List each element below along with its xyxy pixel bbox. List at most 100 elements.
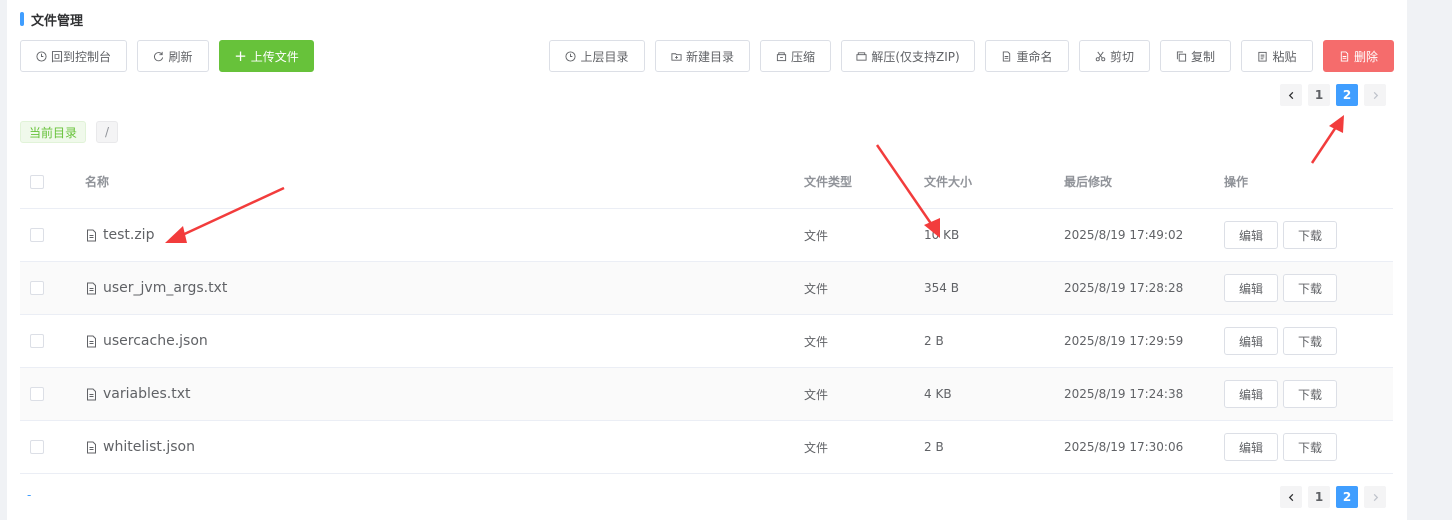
- scissors-icon: [1095, 51, 1106, 61]
- document-icon: [1003, 50, 1011, 62]
- file-manager-panel: 文件管理 回到控制台 刷新 + 上传文件 上层目录 新建目录 压缩 解压(仅支持…: [7, 0, 1407, 520]
- file-name: test.zip: [103, 227, 155, 243]
- pagination-next-button[interactable]: [1364, 84, 1386, 106]
- header-actions: 操作: [1224, 175, 1249, 189]
- current-path-tag: /: [96, 121, 119, 143]
- pagination-bottom: 1 2: [1280, 486, 1386, 508]
- panel-header: 文件管理: [20, 10, 83, 29]
- row-checkbox[interactable]: [30, 387, 44, 401]
- file-name-cell[interactable]: whitelist.json: [85, 439, 195, 455]
- cut-label: 剪切: [1109, 49, 1134, 64]
- edit-button[interactable]: 编辑: [1224, 221, 1279, 249]
- pagination-page-2[interactable]: 2: [1336, 84, 1358, 106]
- pagination-prev-button[interactable]: [1280, 84, 1302, 106]
- file-name-cell[interactable]: usercache.json: [85, 333, 208, 349]
- rename-button[interactable]: 重命名: [985, 40, 1069, 72]
- table-row[interactable]: usercache.json 文件 2 B 2025/8/19 17:29:59 编辑下…: [20, 315, 1393, 368]
- document-icon: [1340, 50, 1349, 62]
- file-size: 354 B: [924, 281, 959, 295]
- file-name-cell[interactable]: test.zip: [85, 227, 154, 243]
- file-modified: 2025/8/19 17:49:02: [1064, 228, 1184, 242]
- paste-icon: [1258, 51, 1268, 62]
- file-name: user_jvm_args.txt: [103, 280, 228, 296]
- upload-file-label: 上传文件: [250, 49, 299, 64]
- clock-icon: [565, 50, 577, 62]
- delete-button[interactable]: 删除: [1323, 40, 1394, 72]
- table-row[interactable]: test.zip 文件 10 KB 2025/8/19 17:49:02 编辑 下载: [20, 209, 1393, 262]
- edit-button[interactable]: 编辑: [1224, 327, 1279, 355]
- file-size: 2 B: [924, 440, 944, 454]
- folder-add-icon: [671, 52, 682, 61]
- file-icon: [87, 441, 96, 453]
- upload-file-button[interactable]: + 上传文件: [219, 40, 314, 72]
- download-button[interactable]: 下载: [1283, 433, 1338, 461]
- plus-icon: +: [234, 46, 247, 65]
- new-directory-label: 新建目录: [685, 49, 734, 64]
- row-actions: 编辑 下载: [1224, 433, 1338, 461]
- refresh-button[interactable]: 刷新: [137, 40, 209, 72]
- title-accent-bar: [20, 12, 24, 26]
- download-button[interactable]: 下载: [1283, 221, 1338, 249]
- refresh-icon: [154, 51, 164, 61]
- decompress-label: 解压(仅支持ZIP): [871, 49, 960, 64]
- paste-label: 粘贴: [1272, 49, 1297, 64]
- chevron-right-icon: [1373, 493, 1378, 501]
- chevron-left-icon: [1288, 493, 1293, 501]
- clock-icon: [36, 50, 47, 62]
- file-icon: [87, 335, 96, 347]
- file-name: variables.txt: [103, 386, 191, 402]
- pagination-page-2[interactable]: 2: [1336, 486, 1358, 508]
- edit-button[interactable]: 编辑: [1224, 433, 1279, 461]
- file-size: 10 KB: [924, 228, 960, 242]
- pagination-page-1[interactable]: 1: [1308, 84, 1330, 106]
- edit-button[interactable]: 编辑: [1224, 274, 1279, 302]
- row-actions: 编辑 下载: [1224, 274, 1338, 302]
- copy-button[interactable]: 复制: [1160, 40, 1231, 72]
- row-checkbox[interactable]: [30, 334, 44, 348]
- compress-button[interactable]: 压缩: [760, 40, 831, 72]
- decompress-button[interactable]: 解压(仅支持ZIP): [841, 40, 975, 72]
- file-type: 文件: [804, 334, 829, 349]
- pagination-prev-button[interactable]: [1280, 486, 1302, 508]
- parent-directory-label: 上层目录: [580, 49, 629, 64]
- copy-label: 复制: [1190, 49, 1215, 64]
- file-modified: 2025/8/19 17:24:38: [1064, 387, 1184, 401]
- row-checkbox[interactable]: [30, 228, 44, 242]
- header-type: 文件类型: [804, 175, 853, 189]
- download-button[interactable]: 下载: [1283, 274, 1338, 302]
- unpack-icon: [856, 51, 867, 61]
- cut-button[interactable]: 剪切: [1079, 40, 1150, 72]
- download-button[interactable]: 下载: [1283, 380, 1338, 408]
- select-all-checkbox[interactable]: [30, 174, 44, 189]
- edit-button[interactable]: 编辑: [1224, 380, 1279, 408]
- header-modified: 最后修改: [1064, 175, 1113, 189]
- row-checkbox[interactable]: [30, 440, 44, 454]
- back-to-console-button[interactable]: 回到控制台: [20, 40, 127, 72]
- file-table: 名称 文件类型 文件大小 最后修改 操作 test.zip 文件 10 KB 2025…: [20, 155, 1393, 474]
- pagination-next-button[interactable]: [1364, 486, 1386, 508]
- download-button[interactable]: 下载: [1283, 327, 1338, 355]
- file-name-cell[interactable]: variables.txt: [85, 386, 191, 402]
- row-checkbox[interactable]: [30, 281, 44, 295]
- delete-label: 删除: [1353, 49, 1378, 64]
- footer-marker: -: [27, 488, 32, 502]
- refresh-label: 刷新: [168, 49, 193, 64]
- table-row[interactable]: variables.txt 文件 4 KB 2025/8/19 17:24:38 编辑下…: [20, 368, 1393, 421]
- paste-button[interactable]: 粘贴: [1241, 40, 1313, 72]
- chevron-right-icon: [1373, 91, 1378, 99]
- copy-icon: [1176, 50, 1187, 62]
- parent-directory-button[interactable]: 上层目录: [549, 40, 645, 72]
- table-row[interactable]: whitelist.json 文件 2 B 2025/8/19 17:30:06 编辑下…: [20, 421, 1393, 474]
- file-type: 文件: [804, 228, 829, 243]
- file-icon: [87, 229, 96, 241]
- file-type: 文件: [804, 440, 829, 455]
- file-name-cell[interactable]: user_jvm_args.txt: [85, 280, 227, 296]
- header-size: 文件大小: [924, 175, 973, 189]
- row-actions: 编辑 下载: [1224, 221, 1338, 249]
- new-directory-button[interactable]: 新建目录: [655, 40, 750, 72]
- table-row[interactable]: user_jvm_args.txt 文件 354 B 2025/8/19 17:28:…: [20, 262, 1393, 315]
- table-header: 名称 文件类型 文件大小 最后修改 操作: [20, 155, 1393, 209]
- compress-label: 压缩: [790, 49, 815, 64]
- pagination-page-1[interactable]: 1: [1308, 486, 1330, 508]
- file-type: 文件: [804, 387, 829, 402]
